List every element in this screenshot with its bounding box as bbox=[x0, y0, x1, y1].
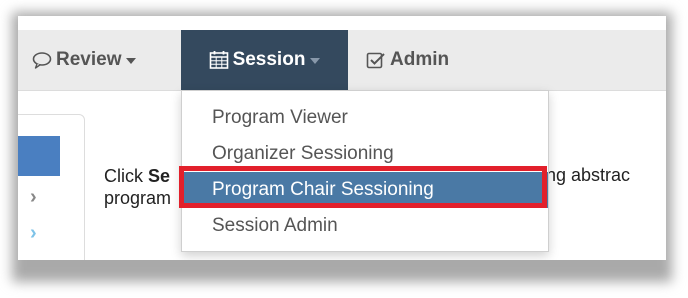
nav-admin-label: Admin bbox=[390, 49, 450, 70]
menu-item-organizer-sessioning[interactable]: Organizer Sessioning bbox=[182, 136, 548, 172]
instruction-bold: Se bbox=[148, 166, 171, 186]
instruction-prefix: Click bbox=[104, 166, 148, 186]
nav-session-label: Session bbox=[232, 49, 306, 70]
speech-bubble-icon bbox=[32, 51, 52, 69]
instruction-text: Click Se bbox=[104, 165, 170, 187]
menu-item-session-admin[interactable]: Session Admin bbox=[182, 208, 548, 244]
nav-review-label: Review bbox=[56, 49, 122, 70]
instruction-tail: ng abstrac bbox=[546, 165, 631, 185]
nav-review[interactable]: Review bbox=[32, 30, 137, 90]
menu-item-program-viewer[interactable]: Program Viewer bbox=[182, 100, 548, 136]
sidebar-active-item[interactable] bbox=[18, 136, 60, 176]
menu-item-program-chair-sessioning[interactable]: Program Chair Sessioning bbox=[182, 172, 548, 208]
top-navbar: Review Session Admin bbox=[18, 30, 666, 91]
chevron-right-icon[interactable]: › bbox=[30, 186, 37, 209]
chevron-down-icon bbox=[310, 58, 321, 64]
session-dropdown-menu: Program Viewer Organizer Sessioning Prog… bbox=[181, 90, 549, 252]
nav-session[interactable]: Session bbox=[181, 30, 348, 90]
nav-admin[interactable]: Admin bbox=[366, 30, 449, 90]
chevron-down-icon bbox=[126, 58, 137, 64]
chevron-right-icon[interactable]: › bbox=[30, 222, 37, 245]
screenshot-frame: Review Session Admin › › Click Se ng abs… bbox=[18, 16, 666, 260]
instruction-line2: program bbox=[104, 188, 172, 208]
checkbox-icon bbox=[366, 51, 386, 69]
calendar-icon bbox=[209, 50, 229, 70]
